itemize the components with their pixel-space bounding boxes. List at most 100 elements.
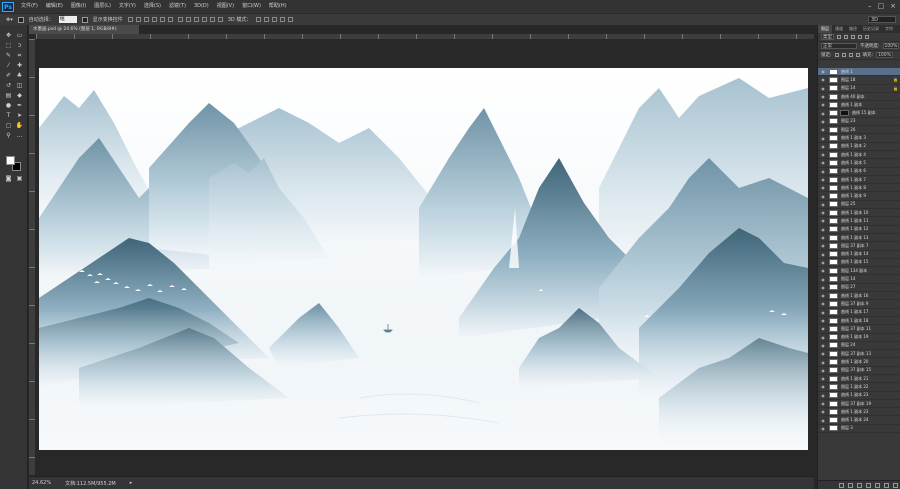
3d-scale-icon[interactable] bbox=[288, 17, 294, 22]
visibility-eye-icon[interactable]: ◉ bbox=[820, 127, 826, 132]
layer-row[interactable]: ◉ 曲线 1 副本 20 bbox=[818, 358, 900, 367]
menu-item[interactable]: 视图(V) bbox=[213, 0, 238, 13]
eyedropper-tool-icon[interactable]: ⁄ bbox=[4, 62, 13, 69]
opacity-field[interactable]: 100% bbox=[882, 43, 900, 49]
layer-row[interactable]: ◉ 图层 37 副本 7 bbox=[818, 242, 900, 251]
panel-tab[interactable]: 历史记录 bbox=[860, 25, 882, 33]
menu-item[interactable]: 3D(D) bbox=[190, 0, 213, 13]
layer-thumbnail[interactable] bbox=[829, 209, 838, 216]
maximize-button[interactable]: □ bbox=[878, 2, 885, 10]
visibility-eye-icon[interactable]: ◉ bbox=[820, 409, 826, 414]
layer-row[interactable]: ◉ 曲线 1 副本 23 bbox=[818, 391, 900, 400]
layer-row[interactable]: ◉ 图层 37 副本 19 bbox=[818, 399, 900, 409]
move-tool-icon[interactable]: ✥ bbox=[4, 32, 13, 39]
layer-row[interactable]: ◉ 曲线 1 副本 23 bbox=[818, 408, 900, 417]
layer-thumbnail[interactable] bbox=[829, 267, 838, 274]
layer-row[interactable]: ◉ 曲线 1 副本 12 bbox=[818, 225, 900, 234]
visibility-eye-icon[interactable]: ◉ bbox=[820, 69, 826, 74]
visibility-eye-icon[interactable]: ◉ bbox=[820, 393, 826, 398]
visibility-eye-icon[interactable]: ◉ bbox=[820, 194, 826, 199]
layer-thumbnail[interactable] bbox=[829, 276, 838, 283]
crop-tool-icon[interactable]: ⌗ bbox=[15, 52, 24, 59]
layer-thumbnail[interactable] bbox=[829, 159, 838, 166]
move-tool-icon[interactable]: ✥▾ bbox=[6, 17, 13, 23]
filter-shape-icon[interactable] bbox=[858, 35, 862, 39]
visibility-eye-icon[interactable]: ◉ bbox=[820, 210, 826, 215]
menu-item[interactable]: 滤镜(T) bbox=[165, 0, 190, 13]
visibility-eye-icon[interactable]: ◉ bbox=[820, 202, 826, 207]
status-menu-arrow-icon[interactable]: ▸ bbox=[130, 480, 133, 486]
document-canvas[interactable] bbox=[39, 68, 808, 450]
3d-pan-icon[interactable] bbox=[272, 17, 278, 22]
layer-thumbnail[interactable] bbox=[829, 176, 838, 183]
layer-thumbnail[interactable] bbox=[829, 359, 838, 366]
menu-item[interactable]: 帮助(H) bbox=[265, 0, 291, 13]
distribute-middle-icon[interactable] bbox=[185, 17, 191, 22]
document-tab[interactable]: 水墨画.psd @ 24.6% (图层 1, RGB/8#) bbox=[29, 25, 139, 34]
visibility-eye-icon[interactable]: ◉ bbox=[820, 252, 826, 257]
layer-thumbnail[interactable] bbox=[829, 201, 838, 208]
layer-thumbnail[interactable] bbox=[829, 101, 838, 108]
fill-field[interactable]: 100% bbox=[876, 52, 893, 58]
layer-row[interactable]: ◉ 曲线 1 副本 19 bbox=[818, 333, 900, 342]
layer-thumbnail[interactable] bbox=[829, 325, 838, 332]
layer-thumbnail[interactable] bbox=[829, 76, 838, 83]
clone-stamp-tool-icon[interactable]: ♣ bbox=[15, 72, 24, 79]
visibility-eye-icon[interactable]: ◉ bbox=[820, 111, 826, 116]
layer-row[interactable]: ◉ 曲线 1 副本 24 bbox=[818, 416, 900, 425]
link-layers-icon[interactable] bbox=[839, 482, 844, 488]
layer-thumbnail[interactable] bbox=[829, 367, 838, 374]
layer-row[interactable]: ◉ 曲线 15 副本 bbox=[818, 109, 900, 118]
layer-row[interactable]: ◉ 曲线 1 副本 bbox=[818, 101, 900, 110]
layer-row[interactable]: ◉ 曲线 1 副本 16 bbox=[818, 292, 900, 301]
visibility-eye-icon[interactable]: ◉ bbox=[820, 301, 826, 306]
layer-row[interactable]: ◉ 曲线 1 副本 10 bbox=[818, 209, 900, 218]
visibility-eye-icon[interactable]: ◉ bbox=[820, 384, 826, 389]
layer-thumbnail[interactable] bbox=[829, 242, 838, 249]
marquee-tool-icon[interactable]: ⬚ bbox=[4, 42, 13, 49]
visibility-eye-icon[interactable]: ◉ bbox=[820, 102, 826, 107]
layer-thumbnail[interactable] bbox=[829, 226, 838, 233]
layer-thumbnail[interactable] bbox=[829, 168, 838, 175]
layer-row[interactable]: ◉ 图层 37 副本 11 bbox=[818, 325, 900, 334]
layer-row[interactable]: ◉ 图层 37 副本 15 bbox=[818, 366, 900, 375]
layer-thumbnail[interactable] bbox=[829, 383, 838, 390]
panel-tab[interactable]: 通道 bbox=[832, 25, 846, 33]
visibility-eye-icon[interactable]: ◉ bbox=[820, 77, 826, 82]
filter-smart-object-icon[interactable] bbox=[865, 35, 869, 39]
visibility-eye-icon[interactable]: ◉ bbox=[820, 119, 826, 124]
layer-thumbnail[interactable] bbox=[829, 251, 838, 258]
align-left-icon[interactable] bbox=[151, 17, 157, 22]
visibility-eye-icon[interactable]: ◉ bbox=[820, 401, 826, 406]
visibility-eye-icon[interactable]: ◉ bbox=[820, 368, 826, 373]
layer-thumbnail[interactable] bbox=[829, 425, 838, 432]
layer-thumbnail[interactable] bbox=[829, 93, 838, 100]
3d-roll-icon[interactable] bbox=[264, 17, 270, 22]
new-group-icon[interactable] bbox=[875, 482, 880, 488]
menu-item[interactable]: 选择(S) bbox=[140, 0, 165, 13]
filter-adjustment-icon[interactable] bbox=[844, 35, 848, 39]
layer-thumbnail[interactable] bbox=[829, 259, 838, 266]
gradient-tool-icon[interactable]: ▤ bbox=[4, 92, 13, 99]
layer-thumbnail[interactable] bbox=[829, 126, 838, 133]
3d-rotate-icon[interactable] bbox=[256, 17, 262, 22]
dodge-tool-icon[interactable]: ● bbox=[4, 102, 13, 109]
visibility-eye-icon[interactable]: ◉ bbox=[820, 94, 826, 99]
layer-thumbnail[interactable] bbox=[829, 300, 838, 307]
add-mask-icon[interactable] bbox=[857, 482, 862, 488]
layer-row[interactable]: ◉ 图层 27 bbox=[818, 283, 900, 293]
panel-tab[interactable]: 字符 bbox=[882, 25, 896, 33]
close-button[interactable]: × bbox=[890, 2, 896, 10]
layer-row[interactable]: ◉ 图层 134 副本 bbox=[818, 267, 900, 276]
layer-row[interactable]: ◉ 图层 14 🔒 bbox=[818, 84, 900, 93]
visibility-eye-icon[interactable]: ◉ bbox=[820, 318, 826, 323]
layer-row[interactable]: ◉ 图层 37 副本 9 bbox=[818, 300, 900, 309]
layer-row[interactable]: ◉ 图层 26 bbox=[818, 126, 900, 135]
layer-row[interactable]: ◉ 曲线 1 副本 15 bbox=[818, 258, 900, 268]
align-center-icon[interactable] bbox=[159, 17, 165, 22]
visibility-eye-icon[interactable]: ◉ bbox=[820, 243, 826, 248]
layer-thumbnail[interactable] bbox=[829, 118, 838, 125]
layer-thumbnail[interactable] bbox=[829, 217, 838, 224]
layer-thumbnail[interactable] bbox=[829, 334, 838, 341]
layer-row[interactable]: ◉ 图层 24 bbox=[818, 341, 900, 351]
